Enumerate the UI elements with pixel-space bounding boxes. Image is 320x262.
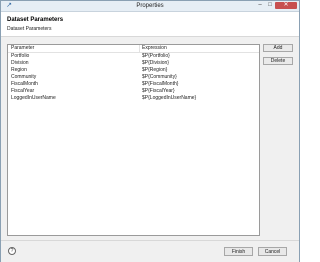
table-header: Parameter Expression <box>8 45 259 53</box>
header-banner: Dataset Parameters Dataset Parameters <box>1 12 299 37</box>
properties-dialog: ↗ Properties – □ ✕ Dataset Parameters Da… <box>0 0 300 262</box>
parameter-cell: LoggedInUserName <box>11 95 56 101</box>
table-row[interactable]: LoggedInUserName $P{LoggedInUserName} <box>8 95 259 102</box>
close-button[interactable]: ✕ <box>275 2 297 9</box>
parameter-cell: Portfolio <box>11 53 30 59</box>
expression-cell: $P{Region} <box>142 67 168 73</box>
delete-button[interactable]: Delete <box>263 57 293 65</box>
finish-button[interactable]: Finish <box>224 247 253 256</box>
banner-title: Dataset Parameters <box>7 17 64 23</box>
table-row[interactable]: Portfolio $P{Portfolio} <box>8 53 259 60</box>
table-row[interactable]: Region $P{Region} <box>8 67 259 74</box>
dialog-footer: ? Finish Cancel <box>1 240 299 262</box>
expression-cell: $P{Division} <box>142 60 169 66</box>
expression-cell: $P{Community} <box>142 74 177 80</box>
column-header-expression[interactable]: Expression <box>139 45 167 52</box>
help-icon[interactable]: ? <box>8 247 16 255</box>
expression-cell: $P{FiscalYear} <box>142 88 175 94</box>
parameter-cell: Region <box>11 67 27 73</box>
parameter-cell: Division <box>11 60 29 66</box>
minimize-button[interactable]: – <box>255 2 265 9</box>
cancel-button[interactable]: Cancel <box>258 247 287 256</box>
table-row[interactable]: FiscalYear $P{FiscalYear} <box>8 88 259 95</box>
title-bar[interactable]: ↗ Properties – □ ✕ <box>1 1 299 12</box>
parameter-cell: Community <box>11 74 37 80</box>
maximize-button[interactable]: □ <box>265 2 275 9</box>
banner-subtitle: Dataset Parameters <box>7 26 52 32</box>
table-row[interactable]: FiscalMonth $P{FiscalMonth} <box>8 81 259 88</box>
table-row[interactable]: Division $P{Division} <box>8 60 259 67</box>
table-body: Portfolio $P{Portfolio} Division $P{Divi… <box>8 53 259 102</box>
parameter-cell: FiscalMonth <box>11 81 38 87</box>
expression-cell: $P{FiscalMonth} <box>142 81 179 87</box>
expression-cell: $P{LoggedInUserName} <box>142 95 197 101</box>
table-row[interactable]: Community $P{Community} <box>8 74 259 81</box>
expression-cell: $P{Portfolio} <box>142 53 170 59</box>
add-button[interactable]: Add <box>263 44 293 52</box>
parameter-cell: FiscalYear <box>11 88 35 94</box>
column-header-parameter[interactable]: Parameter <box>11 45 34 52</box>
parameters-table[interactable]: Parameter Expression Portfolio $P{Portfo… <box>7 44 260 236</box>
